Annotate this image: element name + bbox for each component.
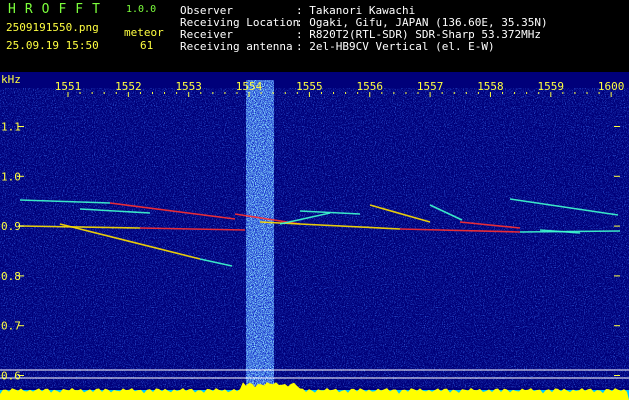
x-tick-label: 1556: [357, 80, 384, 93]
y-axis-unit: kHz: [1, 73, 21, 86]
y-tick-label: 1.0: [1, 170, 21, 183]
meteor-label: meteor: [124, 26, 164, 39]
meteor-count: 61: [140, 39, 154, 52]
file-name: 2509191550.png: [6, 21, 99, 34]
header-panel: HROFFT 1.0.0 2509191550.png meteor 25.09…: [0, 0, 629, 72]
x-tick-label: 1552: [115, 80, 142, 93]
y-tick-label: 0.7: [1, 320, 21, 333]
x-tick-label: 1551: [55, 80, 82, 93]
y-tick-label: 0.8: [1, 270, 21, 283]
info-antenna-key: Receiving antenna: [180, 40, 293, 53]
x-tick-label: 1600: [598, 80, 625, 93]
interference-band: [246, 80, 274, 390]
date-time: 25.09.19 15:50: [6, 39, 99, 52]
app-version: 1.0.0: [126, 4, 157, 15]
noise-layer: [0, 88, 629, 388]
x-tick-label: 1558: [477, 80, 504, 93]
y-tick-label: 0.6: [1, 370, 21, 383]
x-tick-label: 1554: [236, 80, 263, 93]
y-tick-label: 0.9: [1, 220, 21, 233]
x-tick-label: 1555: [296, 80, 323, 93]
info-antenna-value: : 2el-HB9CV Vertical (el. E-W): [296, 40, 495, 53]
app-logo: HROFFT: [8, 2, 109, 17]
x-tick-label: 1553: [175, 80, 202, 93]
x-tick-label: 1559: [538, 80, 565, 93]
y-tick-label: 1.1: [1, 121, 21, 134]
x-tick-label: 1557: [417, 80, 444, 93]
spectrogram-plot: kHz 1551 1552 1553 1554 1555 1556 1557 1558 1559 1…: [0, 72, 629, 400]
